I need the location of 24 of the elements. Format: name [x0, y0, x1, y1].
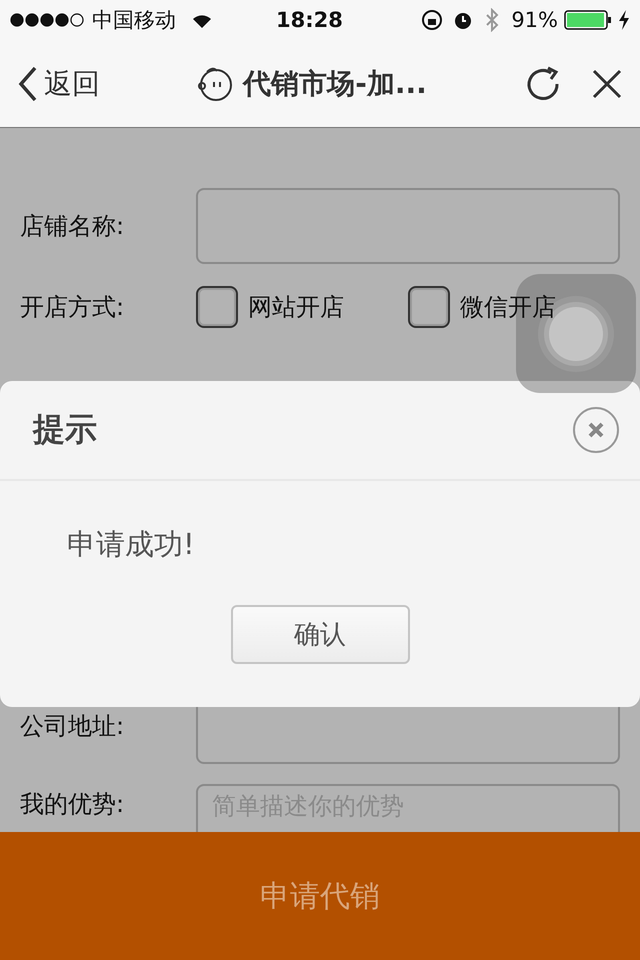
checkbox-option[interactable]: 微信开店 [408, 286, 556, 328]
carrier-name: 中国移动 [92, 7, 176, 34]
field-label: 开店方式: [20, 292, 126, 323]
field-label: 店铺名称: [20, 211, 126, 242]
dialog-title: 提示 [33, 409, 97, 450]
battery-percent: 91% [511, 8, 558, 32]
bluetooth-icon [485, 8, 500, 32]
checkbox-option[interactable]: 网站开店 [196, 286, 344, 328]
clock-time: 18:28 [276, 8, 343, 32]
page-title: 代销市场-加... [243, 66, 427, 102]
dialog-message: 申请成功! [67, 526, 195, 563]
alarm-icon [453, 10, 474, 30]
back-button[interactable]: 返回 [18, 64, 100, 102]
field-label: 公司地址: [20, 711, 126, 742]
charging-icon [618, 10, 630, 30]
confirm-button[interactable]: 确认 [230, 605, 410, 664]
close-icon[interactable] [592, 68, 622, 98]
rotation-lock-icon [421, 9, 444, 31]
field-label: 我的优势: [20, 789, 126, 820]
signal-icon [10, 13, 84, 27]
cartoon-head-icon [197, 66, 234, 102]
battery-icon [564, 10, 612, 30]
shop-name-field[interactable] [196, 188, 620, 264]
chevron-left-icon [18, 66, 38, 102]
